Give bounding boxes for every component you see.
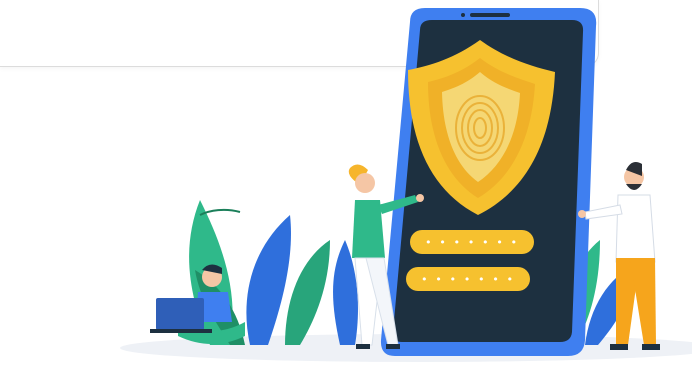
password-mask-1: • • • • • • • [425, 236, 518, 249]
security-illustration: • • • • • • • • • • • • • • [120, 8, 692, 362]
password-field-2: • • • • • • • [406, 267, 530, 291]
password-mask-2: • • • • • • • [421, 273, 514, 286]
password-field-1: • • • • • • • [410, 230, 534, 254]
